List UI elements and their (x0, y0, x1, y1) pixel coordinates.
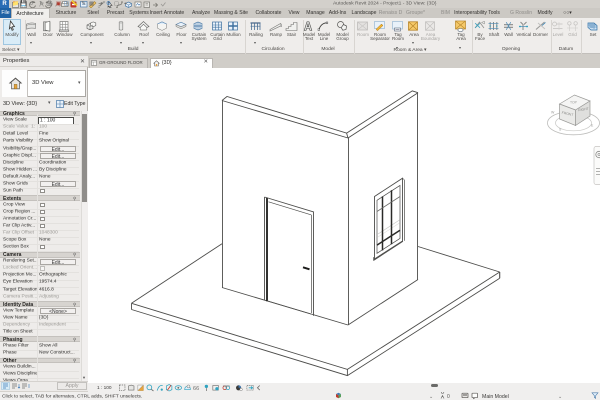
svg-text:⌄: ⌄ (558, 394, 562, 400)
svg-text:W: W (551, 110, 555, 114)
svg-text:⌄: ⌄ (429, 394, 433, 400)
svg-text:TOP: TOP (570, 100, 578, 104)
svg-text:66: 66 (193, 386, 199, 392)
svg-text:E: E (591, 123, 594, 127)
svg-text:Main Model: Main Model (482, 394, 509, 400)
svg-text:S: S (559, 127, 562, 131)
svg-text:0: 0 (447, 394, 450, 400)
